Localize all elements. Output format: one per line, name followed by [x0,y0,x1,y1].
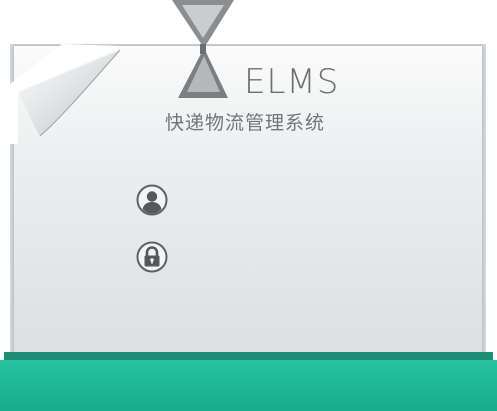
username-input[interactable] [178,187,432,215]
card-base-bar [0,352,497,411]
card-base-top [4,352,493,360]
login-stage: ELMS 快递物流管理系统 [0,0,497,411]
user-icon [136,184,168,216]
logo-hourglass-icon [172,0,234,98]
system-subtitle: 快递物流管理系统 [165,112,326,134]
card-base-front [0,360,497,411]
lock-icon [136,241,168,273]
password-field[interactable] [134,240,434,276]
password-input[interactable] [178,244,432,272]
brand-name: ELMS [244,62,340,102]
username-field[interactable] [134,183,434,219]
page-curl-decoration [10,44,121,144]
